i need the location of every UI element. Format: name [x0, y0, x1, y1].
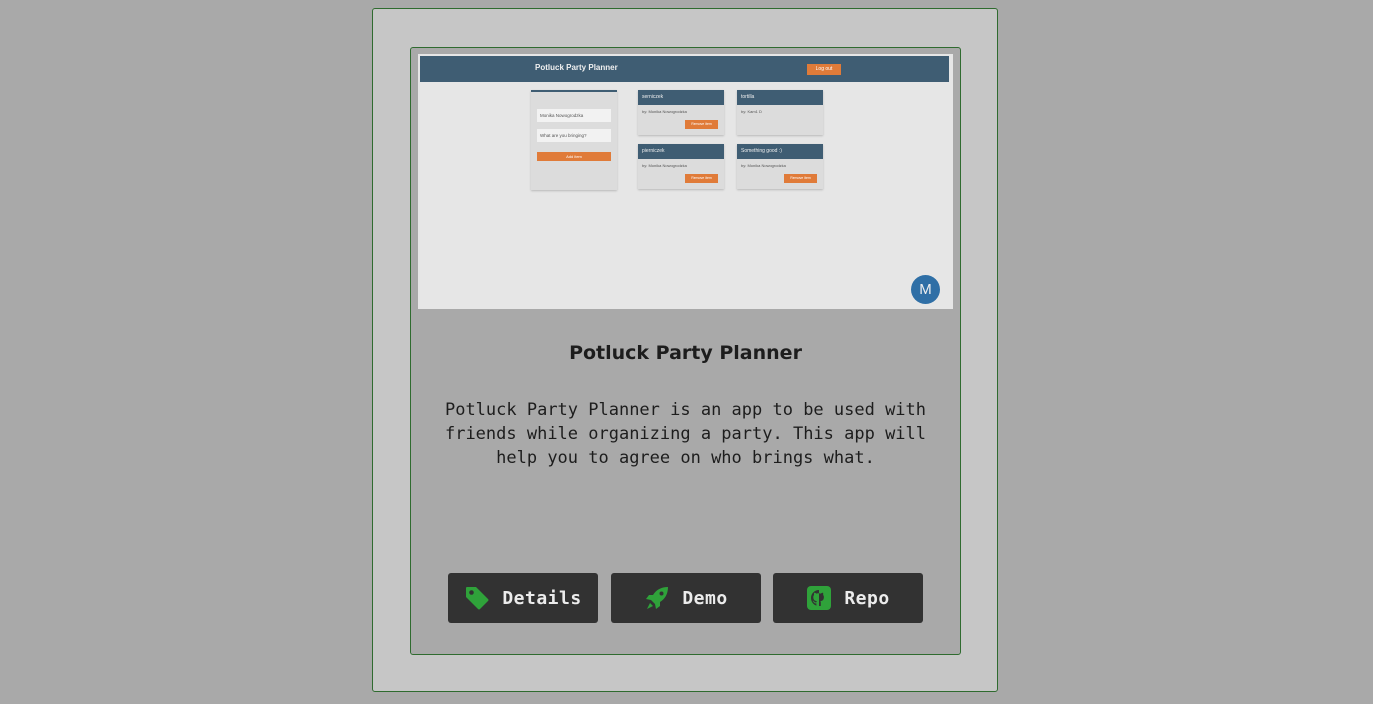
repo-button[interactable]: Repo — [773, 573, 923, 623]
demo-label: Demo — [682, 587, 728, 609]
thumb-item-by: by: Monika Nowogrodzka — [642, 163, 687, 168]
repo-label: Repo — [844, 587, 890, 609]
github-icon — [806, 585, 832, 611]
rocket-icon — [644, 585, 670, 611]
thumb-item-card: pierniczek by: Monika Nowogrodzka Remove… — [638, 144, 724, 189]
thumb-item-name: pierniczek — [638, 144, 724, 159]
thumb-item-name: Something good :) — [737, 144, 823, 159]
demo-button[interactable]: Demo — [611, 573, 761, 623]
thumb-item-card: Something good :) by: Monika Nowogrodzka… — [737, 144, 823, 189]
project-title: Potluck Party Planner — [569, 342, 802, 364]
thumb-item-by: by: Monika Nowogrodzka — [741, 163, 786, 168]
thumb-item-by: by: Kam1 D — [741, 109, 762, 114]
thumb-remove-button: Remove item — [685, 120, 718, 129]
thumb-name-field: Monika Nowogrodzka — [537, 109, 611, 122]
thumb-add-button: Add item — [537, 152, 611, 161]
thumb-navbar: Potluck Party Planner Log out — [420, 56, 949, 82]
thumb-remove-button: Remove item — [685, 174, 718, 183]
thumb-add-form: Monika Nowogrodzka What are you bringing… — [531, 90, 617, 190]
thumb-item-field: What are you bringing? — [537, 129, 611, 142]
thumb-avatar: M — [911, 275, 940, 304]
thumb-item-card: serniczek by: Monika Nowogrodzka Remove … — [638, 90, 724, 135]
thumb-item-card: tortilla by: Kam1 D — [737, 90, 823, 135]
thumb-item-by: by: Monika Nowogrodzka — [642, 109, 687, 114]
details-button[interactable]: Details — [448, 573, 598, 623]
tag-icon — [464, 585, 490, 611]
thumb-logout-button: Log out — [807, 64, 841, 75]
thumb-app-title: Potluck Party Planner — [535, 63, 618, 72]
project-screenshot: Potluck Party Planner Log out Monika Now… — [418, 54, 953, 309]
thumb-remove-button: Remove item — [784, 174, 817, 183]
thumb-item-name: serniczek — [638, 90, 724, 105]
thumb-item-name: tortilla — [737, 90, 823, 105]
project-description: Potluck Party Planner is an app to be us… — [444, 400, 927, 468]
details-label: Details — [502, 587, 582, 609]
